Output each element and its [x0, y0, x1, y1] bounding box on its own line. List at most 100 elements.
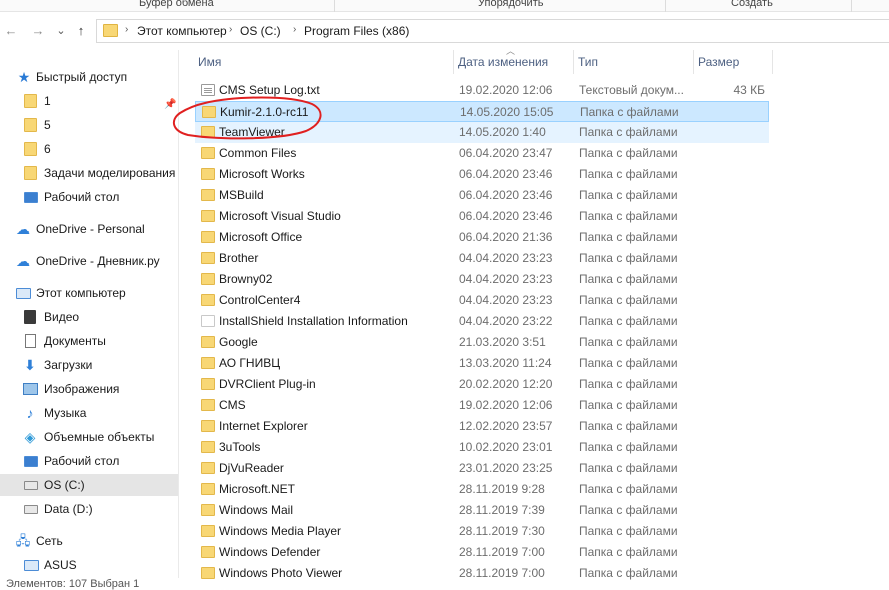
- file-date: 12.02.2020 23:57: [459, 419, 553, 433]
- column-divider[interactable]: [772, 50, 773, 74]
- file-date: 06.04.2020 21:36: [459, 230, 553, 244]
- file-date: 23.01.2020 23:25: [459, 461, 553, 475]
- breadcrumb-separator-icon[interactable]: ›: [293, 24, 296, 35]
- folder-icon: [201, 567, 215, 579]
- file-type: Папка с файлами: [579, 230, 678, 244]
- table-row[interactable]: Windows Mail 28.11.2019 7:39 Папка с файла…: [195, 500, 769, 521]
- file-date: 28.11.2019 7:30: [459, 524, 545, 538]
- back-arrow-icon[interactable]: ←: [2, 23, 20, 39]
- file-date: 04.04.2020 23:22: [459, 314, 553, 328]
- table-row[interactable]: TeamViewer 14.05.2020 1:40 Папка с файлами: [195, 122, 769, 143]
- file-type: Папка с файлами: [579, 503, 678, 517]
- status-text: Элементов: 107 Выбран 1: [6, 578, 140, 590]
- file-type: Папка с файлами: [580, 105, 679, 119]
- file-type: Папка с файлами: [579, 293, 678, 307]
- breadcrumb-separator-icon[interactable]: ›: [229, 24, 232, 35]
- status-bar: Элементов: 107 Выбран 1: [0, 578, 889, 590]
- file-name: 3uTools: [219, 440, 261, 454]
- file-date: 04.04.2020 23:23: [459, 272, 553, 286]
- folder-icon: [201, 336, 215, 348]
- file-name: TeamViewer: [219, 125, 285, 139]
- file-type: Папка с файлами: [579, 146, 678, 160]
- file-type: Папка с файлами: [579, 272, 678, 286]
- breadcrumb-this-pc[interactable]: Этот компьютер: [137, 24, 227, 38]
- folder-icon: [201, 147, 215, 159]
- table-row[interactable]: Microsoft Visual Studio 06.04.2020 23:46 П…: [195, 206, 769, 227]
- column-header-date[interactable]: Дата изменения: [454, 50, 572, 74]
- address-bar[interactable]: › Этот компьютер › OS (C:) › Program Fil…: [96, 19, 889, 43]
- folder-icon: [201, 441, 215, 453]
- file-date: 28.11.2019 9:28: [459, 482, 545, 496]
- file-date: 06.04.2020 23:46: [459, 209, 553, 223]
- breadcrumb-program-files-x86[interactable]: Program Files (x86): [304, 24, 409, 38]
- column-header-type[interactable]: Тип: [574, 50, 692, 74]
- folder-icon: [201, 546, 215, 558]
- folder-icon: [201, 483, 215, 495]
- table-row[interactable]: 3uTools 10.02.2020 23:01 Папка с файлами: [195, 437, 769, 458]
- table-row[interactable]: Google 21.03.2020 3:51 Папка с файлами: [195, 332, 769, 353]
- folder-icon: [201, 231, 215, 243]
- folder-icon: [201, 189, 215, 201]
- table-row[interactable]: ControlCenter4 04.04.2020 23:23 Папка с фа…: [195, 290, 769, 311]
- breadcrumb-separator-icon[interactable]: ›: [125, 24, 128, 35]
- table-row[interactable]: Kumir-2.1.0-rc11 14.05.2020 15:05 Папка с …: [195, 101, 769, 122]
- folder-icon: [201, 462, 215, 474]
- table-row[interactable]: Internet Explorer 12.02.2020 23:57 Папка с…: [195, 416, 769, 437]
- breadcrumb-os-c[interactable]: OS (C:): [240, 24, 281, 38]
- folder-icon: [201, 504, 215, 516]
- table-row[interactable]: Windows Media Player 28.11.2019 7:30 Папка…: [195, 521, 769, 542]
- up-arrow-icon[interactable]: ↑: [72, 23, 90, 39]
- table-row[interactable]: MSBuild 06.04.2020 23:46 Папка с файлами: [195, 185, 769, 206]
- table-row[interactable]: Microsoft.NET 28.11.2019 9:28 Папка с файл…: [195, 479, 769, 500]
- table-row[interactable]: DVRClient Plug-in 20.02.2020 12:20 Папка с…: [195, 374, 769, 395]
- ribbon-divider: [334, 0, 335, 12]
- folder-icon: [201, 168, 215, 180]
- file-name: CMS Setup Log.txt: [219, 83, 320, 97]
- column-header-name[interactable]: Имя: [194, 50, 452, 74]
- file-type: Папка с файлами: [579, 419, 678, 433]
- file-date: 06.04.2020 23:46: [459, 167, 553, 181]
- table-row[interactable]: Microsoft Works 06.04.2020 23:46 Папка с ф…: [195, 164, 769, 185]
- file-list: CMS Setup Log.txt 19.02.2020 12:06 Текстов…: [0, 80, 889, 590]
- table-row[interactable]: CMS 19.02.2020 12:06 Папка с файлами: [195, 395, 769, 416]
- column-header-size[interactable]: Размер: [694, 50, 772, 74]
- table-row[interactable]: Windows Photo Viewer 28.11.2019 7:00 Папка…: [195, 563, 769, 584]
- folder-icon: [202, 106, 216, 118]
- folder-icon: [201, 399, 215, 411]
- plain-folder-icon: [201, 315, 215, 327]
- file-name: АО ГНИВЦ: [219, 356, 281, 370]
- address-row: ← → ⌄ ↑ › Этот компьютер › OS (C:) › Pro…: [0, 13, 889, 49]
- folder-icon: [201, 420, 215, 432]
- file-name: DVRClient Plug-in: [219, 377, 316, 391]
- table-row[interactable]: Common Files 06.04.2020 23:47 Папка с файл…: [195, 143, 769, 164]
- table-row[interactable]: АО ГНИВЦ 13.03.2020 11:24 Папка с файлами: [195, 353, 769, 374]
- file-date: 04.04.2020 23:23: [459, 293, 553, 307]
- table-row[interactable]: Brother 04.04.2020 23:23 Папка с файлами: [195, 248, 769, 269]
- folder-icon: [201, 252, 215, 264]
- file-name: DjVuReader: [219, 461, 284, 475]
- file-type: Папка с файлами: [579, 566, 678, 580]
- table-row[interactable]: CMS Setup Log.txt 19.02.2020 12:06 Текстов…: [195, 80, 769, 101]
- file-name: Google: [219, 335, 258, 349]
- table-row[interactable]: Browny02 04.04.2020 23:23 Папка с файлами: [195, 269, 769, 290]
- file-name: Brother: [219, 251, 259, 265]
- file-name: Windows Defender: [219, 545, 321, 559]
- file-date: 28.11.2019 7:00: [459, 545, 545, 559]
- table-row[interactable]: DjVuReader 23.01.2020 23:25 Папка с файлам…: [195, 458, 769, 479]
- file-date: 13.03.2020 11:24: [459, 356, 552, 370]
- ribbon-group-labels: Буфер обмена Упорядочить Создать: [0, 0, 889, 12]
- file-type: Папка с файлами: [579, 377, 678, 391]
- file-name: Kumir-2.1.0-rc11: [220, 105, 309, 119]
- ribbon-group-clipboard: Буфер обмена: [139, 0, 214, 9]
- file-name: Microsoft Office: [219, 230, 303, 244]
- file-name: Common Files: [219, 146, 297, 160]
- folder-icon: [201, 525, 215, 537]
- table-row[interactable]: InstallShield Installation Information 04…: [195, 311, 769, 332]
- file-date: 21.03.2020 3:51: [459, 335, 546, 349]
- table-row[interactable]: Microsoft Office 06.04.2020 21:36 Папка с …: [195, 227, 769, 248]
- table-row[interactable]: Windows Defender 28.11.2019 7:00 Папка с ф…: [195, 542, 769, 563]
- file-type: Папка с файлами: [579, 440, 678, 454]
- file-name: MSBuild: [219, 188, 264, 202]
- recent-locations-chevron-icon[interactable]: ⌄: [52, 23, 70, 39]
- forward-arrow-icon[interactable]: →: [29, 23, 47, 39]
